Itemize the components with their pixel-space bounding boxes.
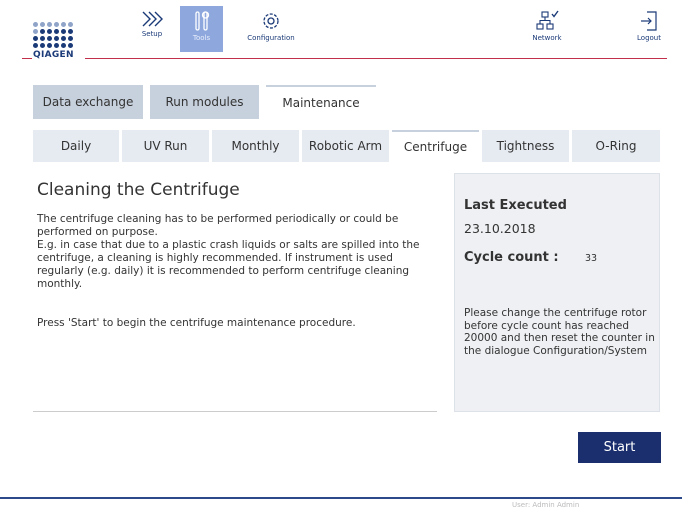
tab-robotic-arm[interactable]: Robotic Arm [302, 130, 389, 162]
gear-icon [263, 13, 279, 29]
description-paragraph-1: The centrifuge cleaning has to be perfor… [37, 213, 399, 238]
tab-tightness[interactable]: Tightness [482, 130, 569, 162]
tab-data-exchange[interactable]: Data exchange [33, 85, 143, 119]
nav-logout-button[interactable]: Logout [630, 6, 668, 52]
logo-dots-icon [33, 22, 78, 48]
nav-network-label: Network [532, 34, 562, 42]
footer-divider [0, 497, 682, 499]
network-icon [536, 10, 559, 30]
header-divider-left [22, 58, 32, 59]
nav-configuration-label: Configuration [247, 34, 295, 42]
logo-text: QIAGEN [33, 50, 74, 60]
nav-network-button[interactable]: Network [522, 6, 572, 52]
tab-centrifuge[interactable]: Centrifuge [392, 130, 479, 162]
nav-tools-button[interactable]: Tools [180, 6, 223, 52]
tools-icon [194, 11, 209, 31]
cycle-count-value: 33 [585, 253, 598, 264]
header-divider-right [85, 58, 667, 59]
description: The centrifuge cleaning has to be perfor… [37, 213, 432, 291]
page-title: Cleaning the Centrifuge [37, 180, 240, 200]
last-executed-label: Last Executed [464, 198, 567, 213]
tab-run-modules[interactable]: Run modules [150, 85, 259, 119]
chevrons-right-icon [142, 11, 163, 27]
tab-maintenance[interactable]: Maintenance [266, 85, 376, 119]
qiagen-logo: QIAGEN [33, 22, 78, 60]
secondary-tab-bar: Daily UV Run Monthly Robotic Arm Centrif… [33, 130, 660, 162]
current-user: User: Admin Admin [512, 501, 580, 509]
content-divider [33, 411, 437, 412]
status-panel: Last Executed 23.10.2018 Cycle count : 3… [454, 173, 660, 412]
description-paragraph-2: E.g. in case that due to a plastic crash… [37, 239, 420, 290]
nav-logout-label: Logout [637, 34, 661, 42]
nav-setup-button[interactable]: Setup [131, 6, 173, 52]
logout-icon [641, 11, 657, 31]
rotor-change-note: Please change the centrifuge rotor befor… [464, 307, 655, 357]
nav-tools-label: Tools [192, 34, 211, 42]
header: QIAGEN Setup Tools Configuration Network… [0, 0, 682, 66]
last-executed-date: 23.10.2018 [464, 221, 536, 236]
start-button[interactable]: Start [578, 432, 661, 463]
tab-daily[interactable]: Daily [33, 130, 119, 162]
nav-configuration-button[interactable]: Configuration [236, 6, 306, 52]
press-start-instruction: Press 'Start' to begin the centrifuge ma… [37, 317, 356, 329]
tab-monthly[interactable]: Monthly [212, 130, 299, 162]
tab-o-ring[interactable]: O-Ring [572, 130, 660, 162]
cycle-count-label: Cycle count : [464, 250, 559, 265]
nav-setup-label: Setup [141, 30, 163, 38]
tab-uv-run[interactable]: UV Run [122, 130, 209, 162]
